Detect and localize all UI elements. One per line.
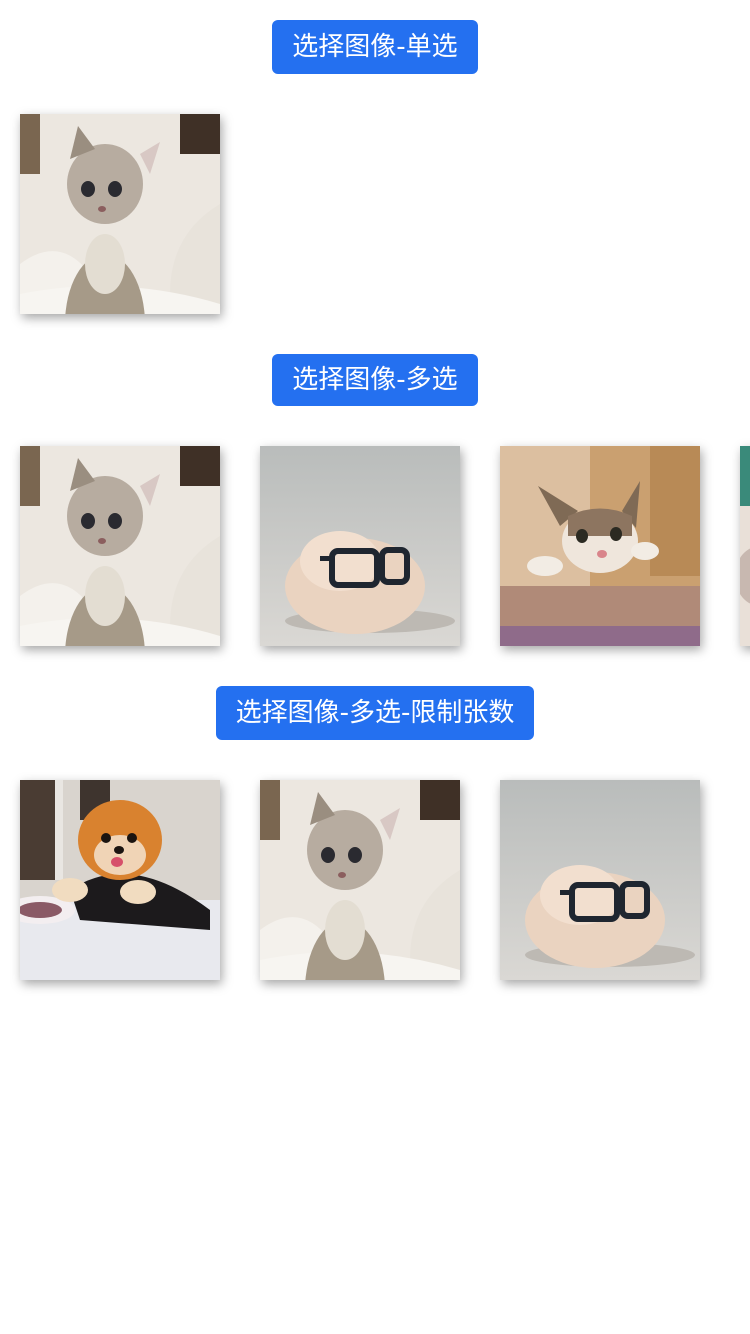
image-thumbnail[interactable] [500,780,700,980]
image-thumbnail[interactable] [500,446,700,646]
choose-image-multi-limited-button[interactable]: 选择图像-多选-限制张数 [215,686,535,740]
image-thumbnail[interactable] [20,446,220,646]
image-thumbnail[interactable] [20,780,220,980]
partial-photo [740,446,750,646]
section-multi-select: 选择图像-多选 [0,354,750,406]
cat-table-photo [500,446,700,646]
guinea-pig-glasses-photo [500,780,700,980]
guinea-pig-glasses-photo [260,446,460,646]
kitten-photo [20,446,220,646]
pomeranian-photo [20,780,220,980]
kitten-photo [260,780,460,980]
multi-select-image-row [20,446,750,646]
single-select-image-row [20,114,750,314]
page: 选择图像-单选 选择图像-多选 选择图像-多选-限制张数 [0,0,750,1334]
multi-select-limited-image-row [20,780,750,980]
section-multi-select-limited: 选择图像-多选-限制张数 [0,686,750,740]
image-thumbnail[interactable] [740,446,750,646]
choose-image-multi-button[interactable]: 选择图像-多选 [272,354,478,406]
image-thumbnail[interactable] [260,446,460,646]
kitten-photo [20,114,220,314]
image-thumbnail[interactable] [20,114,220,314]
section-single-select: 选择图像-单选 [0,20,750,74]
image-thumbnail[interactable] [260,780,460,980]
choose-image-single-button[interactable]: 选择图像-单选 [272,20,478,74]
